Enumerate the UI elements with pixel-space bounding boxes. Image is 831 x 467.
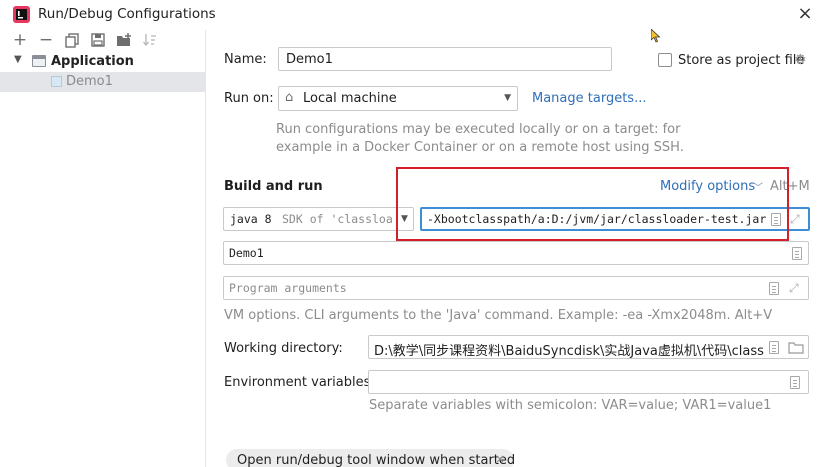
new-folder-icon[interactable]: [116, 32, 132, 48]
main-class-field[interactable]: Demo1: [223, 241, 809, 265]
insert-macro-icon[interactable]: [769, 341, 779, 354]
program-arguments-placeholder: Program arguments: [229, 281, 347, 295]
name-value: Demo1: [286, 52, 333, 67]
build-and-run-heading: Build and run: [224, 179, 323, 194]
working-directory-label: Working directory:: [224, 341, 343, 356]
sort-icon[interactable]: [142, 32, 158, 48]
run-on-label: Run on:: [224, 91, 274, 106]
folder-icon[interactable]: [788, 341, 804, 354]
working-directory-field[interactable]: D:\教学\同步课程资料\BaiduSyncdisk\实战Java虚拟机\代码\…: [368, 335, 809, 359]
highlight-annotation: [396, 167, 789, 241]
store-as-project-file-checkbox[interactable]: [658, 53, 672, 67]
store-as-project-file-label: Store as project file: [678, 53, 805, 68]
environment-variables-label: Environment variables:: [224, 375, 375, 390]
tree-item-label: Demo1: [66, 74, 113, 89]
save-icon[interactable]: [90, 32, 106, 48]
tree-group-label: Application: [51, 54, 134, 69]
chevron-down-icon: ▼: [504, 93, 511, 103]
add-icon[interactable]: +: [12, 32, 28, 49]
program-arguments-field[interactable]: Program arguments ⤢: [223, 276, 809, 300]
expand-editor-icon[interactable]: [769, 282, 779, 295]
vm-options-hint: VM options. CLI arguments to the 'Java' …: [224, 308, 773, 323]
run-on-select[interactable]: ⌂ Local machine ▼: [278, 86, 518, 111]
expand-icon[interactable]: ⤢: [789, 282, 801, 294]
chevron-down-icon[interactable]: ▼: [14, 54, 22, 65]
edit-environment-icon[interactable]: [790, 376, 800, 389]
open-tool-window-option[interactable]: Open run/debug tool window when started …: [226, 449, 516, 467]
tree-group-application[interactable]: ▼ Application: [0, 52, 206, 72]
run-on-value: Local machine: [303, 91, 397, 106]
copy-icon[interactable]: [64, 32, 80, 48]
environment-variables-field[interactable]: [368, 370, 809, 394]
intellij-app-icon: [13, 6, 30, 23]
open-tool-window-label: Open run/debug tool window when started: [237, 453, 516, 467]
working-directory-value: D:\教学\同步课程资料\BaiduSyncdisk\实战Java虚拟机\代码\…: [374, 344, 764, 359]
run-info-line2: example in a Docker Container or on a re…: [276, 140, 684, 155]
jdk-name: java 8: [230, 212, 272, 226]
jdk-description: SDK of 'classloader: [282, 212, 392, 226]
name-label: Name:: [224, 52, 267, 67]
remove-icon[interactable]: −: [38, 32, 54, 49]
name-field[interactable]: Demo1: [278, 47, 612, 71]
remove-option-icon[interactable]: ×: [495, 452, 505, 466]
home-icon: ⌂: [285, 90, 294, 105]
jdk-select[interactable]: java 8 SDK of 'classloader ▼: [223, 207, 414, 231]
manage-targets-link[interactable]: Manage targets...: [532, 91, 646, 106]
close-icon[interactable]: ×: [795, 3, 815, 24]
title-bar: Run/Debug Configurations ×: [0, 0, 831, 30]
gear-icon[interactable]: ⚙: [794, 52, 807, 68]
mouse-cursor-icon: [651, 29, 661, 43]
browse-class-icon[interactable]: [792, 247, 802, 260]
environment-variables-hint: Separate variables with semicolon: VAR=v…: [369, 398, 772, 413]
application-icon: [32, 55, 46, 67]
tree-item-demo1[interactable]: Demo1: [0, 72, 206, 92]
run-info-line1: Run configurations may be executed local…: [276, 122, 681, 137]
sidebar-toolbar: + −: [0, 30, 205, 52]
main-class-value: Demo1: [229, 246, 264, 260]
expand-icon[interactable]: ⤢: [790, 213, 802, 225]
configurations-tree: ▼ Application Demo1: [0, 52, 206, 92]
class-config-icon: [51, 76, 62, 87]
window-title: Run/Debug Configurations: [38, 6, 216, 22]
configurations-sidebar: + − ▼ Application Demo1: [0, 30, 206, 467]
